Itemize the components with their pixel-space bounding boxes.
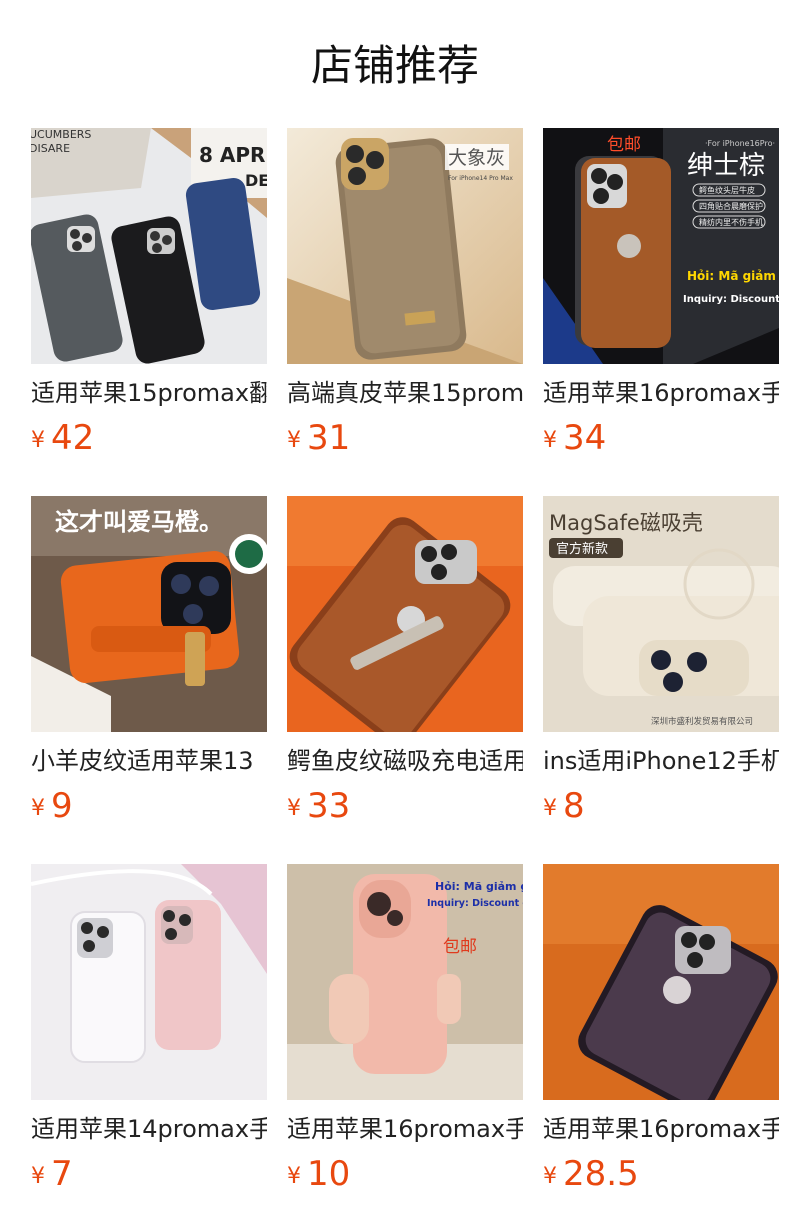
purple-leather-case-on-orange-icon[interactable] [543,864,779,1100]
newspaper-text: DISARE [31,142,70,155]
company-watermark-text: 深圳市盛利发贸易有限公司 [651,716,753,727]
calendar-text: DE [245,171,267,190]
currency-symbol: ¥ [543,796,557,821]
product-name[interactable]: 适用苹果15promax翻 [31,376,267,410]
price-value: 9 [51,786,73,826]
price-value: 31 [307,418,351,458]
product-card[interactable]: 包邮 ·For iPhone16Pro· 绅士棕 鳄鱼纹头层牛皮 四角贴合晨磨保… [543,128,779,496]
brown-croc-leather-case-icon[interactable]: 包邮 ·For iPhone16Pro· 绅士棕 鳄鱼纹头层牛皮 四角贴合晨磨保… [543,128,779,364]
currency-symbol: ¥ [31,796,45,821]
product-price: ¥31 [287,416,350,460]
product-name[interactable]: 适用苹果16promax手 [287,1112,523,1146]
three-suede-phone-cases-icon[interactable]: UCUMBERS DISARE 8 APR DE [31,128,267,364]
product-card[interactable]: UCUMBERS DISARE 8 APR DE 适用苹果15promax翻 ¥… [31,128,267,496]
price-value: 33 [307,786,351,826]
product-price: ¥42 [31,416,94,460]
croc-stand-case-on-orange-icon[interactable] [287,496,523,732]
product-name[interactable]: 适用苹果16promax手 [543,376,779,410]
product-name[interactable]: 鳄鱼皮纹磁吸充电适用 [287,744,523,778]
product-card[interactable]: 大象灰 For iPhone14 Pro Max 高端真皮苹果15promax … [287,128,523,496]
price-value: 28.5 [563,1154,639,1194]
beige-magsafe-silicone-case-icon[interactable]: MagSafe磁吸壳 官方新款 深圳市盛利发贸易有限公司 [543,496,779,732]
product-card[interactable]: MagSafe磁吸壳 官方新款 深圳市盛利发贸易有限公司 ins适用iPhone… [543,496,779,864]
product-name[interactable]: 小羊皮纹适用苹果13 [31,744,267,778]
currency-symbol: ¥ [543,1164,557,1189]
product-card[interactable]: 鳄鱼皮纹磁吸充电适用 ¥33 [287,496,523,864]
free-shipping-text: 包邮 [607,135,641,155]
product-price: ¥8 [543,784,585,828]
discount-text: Inquiry: Discount code [427,898,523,909]
calendar-text: 8 APR [199,143,265,167]
product-card[interactable]: 适用苹果16promax手 ¥28.5 [543,864,779,1232]
product-card[interactable]: 适用苹果14promax手 ¥7 [31,864,267,1232]
price-value: 42 [51,418,95,458]
model-label-text: For iPhone14 Pro Max [448,175,513,182]
discount-text: Hỏi: Mã giảm giá [687,269,779,283]
product-card[interactable]: 这才叫爱马橙。 小羊皮纹适用苹果13 ¥9 [31,496,267,864]
white-pink-glitter-cases-icon[interactable] [31,864,267,1100]
product-price: ¥10 [287,1152,350,1196]
product-price: ¥7 [31,1152,73,1196]
free-shipping-text: 包邮 [443,937,477,957]
currency-symbol: ¥ [287,796,301,821]
product-grid: UCUMBERS DISARE 8 APR DE 适用苹果15promax翻 ¥… [31,128,779,1232]
section-title: 店铺推荐 [310,41,479,90]
price-value: 7 [51,1154,73,1194]
grey-leather-phone-case-icon[interactable]: 大象灰 For iPhone14 Pro Max [287,128,523,364]
price-value: 34 [563,418,607,458]
store-recommendations-page: 店铺推荐 UCUMBERS DISARE 8 APR DE 适用苹果15prom… [0,0,790,1232]
feature-text: 四角贴合晨磨保护 [699,201,763,211]
model-label-text: ·For iPhone16Pro· [705,139,775,148]
price-value: 10 [307,1154,351,1194]
product-name[interactable]: 高端真皮苹果15promax [287,376,523,410]
product-name[interactable]: 适用苹果16promax手 [543,1112,779,1146]
product-name[interactable]: 适用苹果14promax手 [31,1112,267,1146]
color-label-text: 绅士棕 [687,151,765,181]
pink-case-in-hand-icon[interactable]: Hỏi: Mã giảm giá Inquiry: Discount code … [287,864,523,1100]
product-name[interactable]: ins适用iPhone12手机 [543,744,779,778]
product-price: ¥28.5 [543,1152,639,1196]
feature-text: 鳄鱼纹头层牛皮 [699,185,755,195]
product-price: ¥9 [31,784,73,828]
product-price: ¥33 [287,784,350,828]
feature-text: 精纺内里不伤手机 [699,217,763,227]
product-price: ¥34 [543,416,606,460]
color-label-text: 大象灰 [448,147,505,169]
discount-text: Inquiry: Discount code [683,294,779,305]
new-badge-text: 官方新款 [556,541,608,557]
product-tagline-text: MagSafe磁吸壳 [549,511,703,535]
slogan-text: 这才叫爱马橙。 [55,508,223,536]
discount-text: Hỏi: Mã giảm giá [435,880,523,893]
currency-symbol: ¥ [31,1164,45,1189]
product-card[interactable]: Hỏi: Mã giảm giá Inquiry: Discount code … [287,864,523,1232]
currency-symbol: ¥ [31,428,45,453]
currency-symbol: ¥ [287,1164,301,1189]
currency-symbol: ¥ [287,428,301,453]
orange-leather-case-in-hand-icon[interactable]: 这才叫爱马橙。 [31,496,267,732]
currency-symbol: ¥ [543,428,557,453]
newspaper-text: UCUMBERS [31,128,91,141]
price-value: 8 [563,786,585,826]
